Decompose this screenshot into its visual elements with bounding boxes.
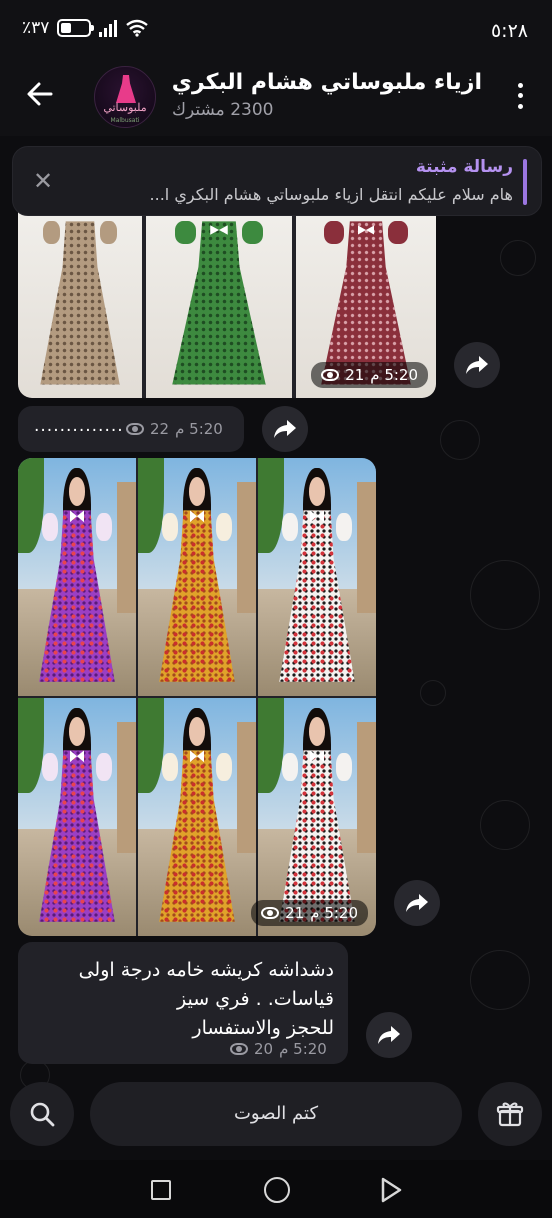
pinned-text: هام سلام عليكم انتقل ازياء ملبوساتي هشام…: [149, 185, 513, 204]
forward-button[interactable]: [394, 880, 440, 926]
battery-icon: [57, 19, 95, 37]
telegram-channel-screen: ٪٣٧ ٥:٢٨ ملبوساتي Malbusati ازياء ملبوسا…: [0, 0, 552, 1218]
album-photo[interactable]: [258, 458, 376, 696]
wallpaper-doodle: [480, 800, 530, 850]
text-message[interactable]: دشداشه كريشه خامه درجة اولى قياسات. . فر…: [18, 942, 348, 1064]
bottom-bar: كتم الصوت: [0, 1080, 552, 1150]
recents-button[interactable]: [151, 1180, 171, 1200]
pinned-title: رسالة مثبتة: [415, 157, 513, 177]
eye-icon: [230, 1043, 248, 1055]
message-time: 5:20 م: [370, 366, 418, 384]
search-button[interactable]: [10, 1082, 74, 1146]
wallpaper-doodle: [500, 240, 536, 276]
search-icon: [30, 1102, 55, 1127]
message-line: دشداشه كريشه خامه درجة اولى: [78, 959, 334, 981]
eye-icon: [261, 907, 280, 919]
clock: ٥:٢٨: [490, 20, 528, 42]
back-button[interactable]: [20, 78, 60, 118]
close-icon[interactable]: ✕: [29, 167, 57, 195]
album-photo[interactable]: [146, 206, 292, 398]
gift-button[interactable]: [478, 1082, 542, 1146]
home-button[interactable]: [264, 1177, 290, 1203]
forward-icon: [274, 420, 296, 438]
signal-icon: [99, 19, 118, 37]
message-text: ..............: [34, 416, 124, 436]
forward-button[interactable]: [366, 1012, 412, 1058]
avatar-dress-logo: [116, 75, 136, 103]
mute-button[interactable]: كتم الصوت: [90, 1082, 462, 1146]
wallpaper-doodle: [420, 680, 446, 706]
back-nav-button[interactable]: [380, 1177, 402, 1203]
message-time: 5:20 م: [279, 1040, 327, 1058]
system-navigation-bar: [0, 1160, 552, 1218]
avatar-logo-text: ملبوساتي: [103, 101, 147, 114]
gift-icon: [496, 1102, 524, 1127]
message-meta: 5:20 م 20: [230, 1040, 327, 1058]
message-text: دشداشه كريشه خامه درجة اولى قياسات. . فر…: [34, 956, 334, 1043]
album-photo[interactable]: [18, 458, 136, 696]
subscriber-count: 2300 مشترك: [172, 100, 274, 120]
album-message[interactable]: 5:20 م 21: [18, 458, 376, 936]
album-photo[interactable]: [18, 698, 136, 936]
view-count: 22: [150, 420, 170, 438]
message-meta: 5:20 م 21: [311, 362, 428, 388]
album-message[interactable]: 5:20 م 21: [18, 206, 436, 398]
status-bar: ٪٣٧ ٥:٢٨: [0, 0, 552, 64]
pinned-accent-bar: [523, 159, 527, 205]
back-arrow-icon: [27, 82, 53, 106]
album-photo[interactable]: [138, 458, 256, 696]
view-count: 21: [345, 366, 365, 384]
eye-icon: [321, 369, 340, 381]
view-count: 21: [285, 904, 305, 922]
view-count: 20: [254, 1040, 274, 1058]
forward-button[interactable]: [262, 406, 308, 452]
forward-icon: [406, 894, 428, 912]
wifi-icon: [126, 19, 149, 37]
wallpaper-doodle: [470, 560, 540, 630]
message-meta: 5:20 م 22: [126, 420, 223, 438]
message-line: قياسات. . فري سيز: [177, 988, 334, 1010]
battery-percent: ٪٣٧: [22, 18, 50, 38]
forward-button[interactable]: [454, 342, 500, 388]
status-left: ٪٣٧: [22, 18, 149, 38]
eye-icon: [126, 423, 144, 435]
forward-icon: [466, 356, 488, 374]
menu-icon[interactable]: [510, 80, 530, 112]
message-meta: 5:20 م 21: [251, 900, 368, 926]
message-time: 5:20 م: [175, 420, 223, 438]
avatar-logo-subtext: Malbusati: [110, 117, 140, 124]
pinned-message-bar[interactable]: رسالة مثبتة هام سلام عليكم انتقل ازياء م…: [12, 146, 542, 216]
message-time: 5:20 م: [310, 904, 358, 922]
channel-title[interactable]: ازياء ملبوساتي هشام البكري: [172, 70, 482, 95]
wallpaper-doodle: [470, 950, 530, 1010]
forward-icon: [378, 1026, 400, 1044]
chat-header: ملبوساتي Malbusati ازياء ملبوساتي هشام ا…: [0, 64, 552, 136]
text-message[interactable]: 5:20 م 22 ..............: [18, 406, 244, 452]
album-photo[interactable]: [138, 698, 256, 936]
album-photo[interactable]: [18, 206, 142, 398]
channel-avatar[interactable]: ملبوساتي Malbusati: [94, 66, 156, 128]
message-line: للحجز والاستفسار: [192, 1017, 334, 1039]
wallpaper-doodle: [440, 420, 480, 460]
